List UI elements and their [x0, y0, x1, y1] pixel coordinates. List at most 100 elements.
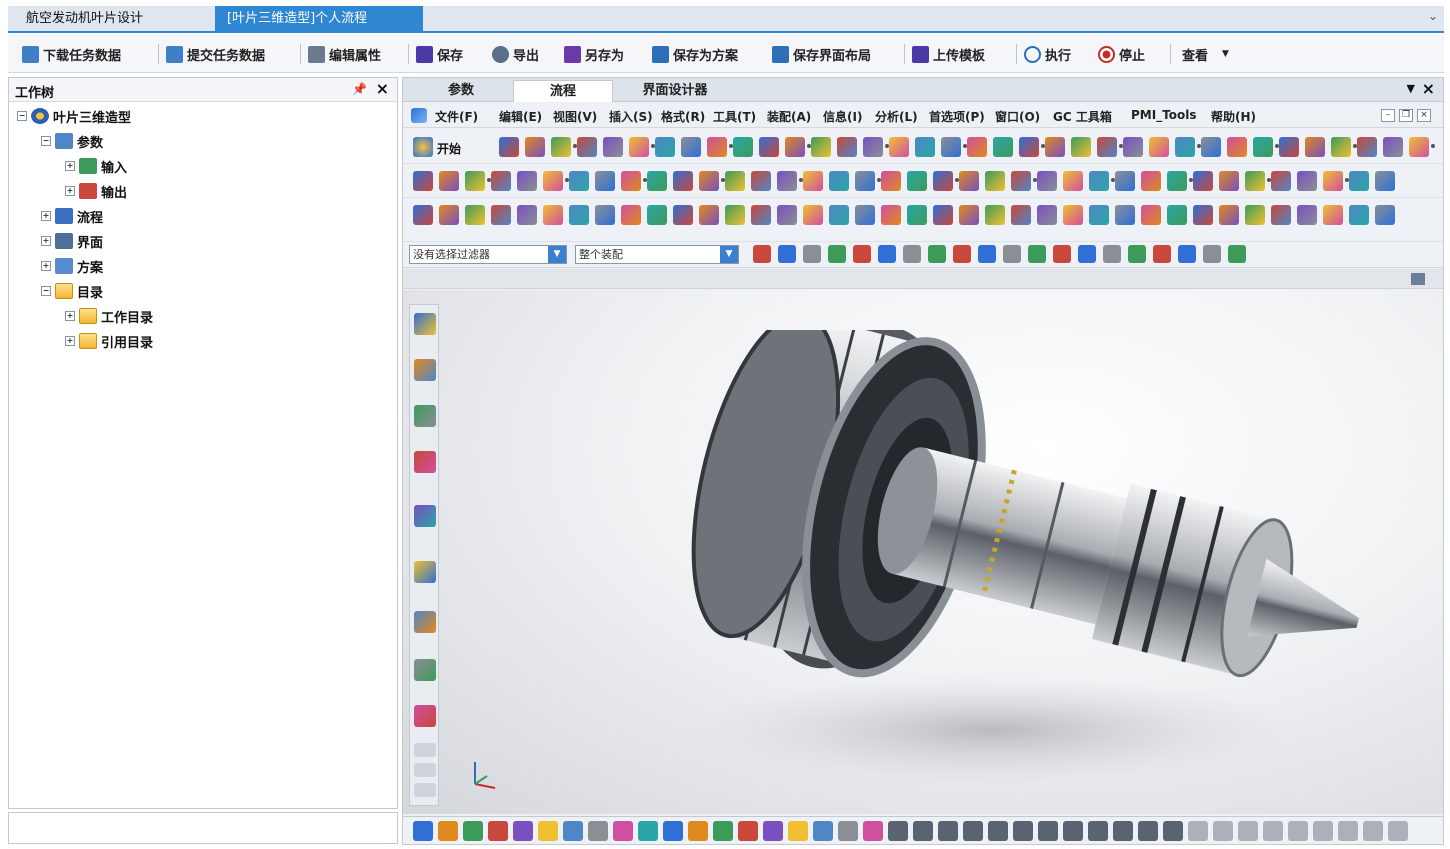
sketch-tool-icon[interactable] — [1163, 821, 1183, 841]
expand-icon[interactable]: + — [65, 186, 75, 196]
cad-tool-icon[interactable] — [863, 137, 883, 157]
palette-tool-icon[interactable] — [414, 313, 436, 335]
cad-tool-icon[interactable] — [1297, 205, 1317, 225]
cad-tool-icon[interactable] — [1167, 171, 1187, 191]
cad-tool-icon[interactable] — [439, 205, 459, 225]
cad-tool-icon[interactable] — [1089, 205, 1109, 225]
expand-icon[interactable]: + — [65, 336, 75, 346]
menu-insert[interactable]: 插入(S) — [609, 108, 653, 125]
sketch-tool-icon[interactable] — [538, 821, 558, 841]
cad-tool-icon[interactable] — [647, 171, 667, 191]
cad-tool-icon[interactable] — [673, 205, 693, 225]
cad-tool-icon[interactable] — [751, 171, 771, 191]
tree-node-plan[interactable]: + 方案 — [41, 256, 103, 276]
tree-node-params[interactable]: − 参数 — [41, 131, 103, 151]
sketch-tool-icon[interactable] — [1088, 821, 1108, 841]
submit-task-button[interactable]: 提交任务数据 — [166, 43, 265, 65]
cad-tool-icon[interactable] — [1271, 205, 1291, 225]
snap-tool-icon[interactable] — [1128, 245, 1146, 263]
cad-tool-icon[interactable] — [465, 205, 485, 225]
snap-tool-icon[interactable] — [1078, 245, 1096, 263]
menu-format[interactable]: 格式(R) — [661, 108, 705, 125]
cad-tool-icon[interactable] — [725, 171, 745, 191]
cad-tool-icon[interactable] — [621, 171, 641, 191]
cad-tool-icon[interactable] — [967, 137, 987, 157]
edit-properties-button[interactable]: 编辑属性 — [308, 43, 381, 65]
sketch-tool-icon[interactable] — [763, 821, 783, 841]
expand-icon[interactable]: + — [41, 211, 51, 221]
dropdown-dot-icon[interactable] — [1431, 144, 1435, 148]
cad-tool-icon[interactable] — [1037, 171, 1057, 191]
sketch-tool-icon[interactable] — [1238, 821, 1258, 841]
cad-tool-icon[interactable] — [915, 137, 935, 157]
snap-tool-icon[interactable] — [1228, 245, 1246, 263]
cad-tool-icon[interactable] — [707, 137, 727, 157]
menu-info[interactable]: 信息(I) — [823, 108, 862, 125]
tree-node-flow[interactable]: + 流程 — [41, 206, 103, 226]
cad-tool-icon[interactable] — [803, 171, 823, 191]
pin-icon[interactable]: 📌 — [352, 82, 367, 96]
snap-tool-icon[interactable] — [903, 245, 921, 263]
cad-tool-icon[interactable] — [881, 171, 901, 191]
cad-tool-icon[interactable] — [543, 171, 563, 191]
expand-icon[interactable]: + — [41, 261, 51, 271]
palette-tool-icon[interactable] — [414, 611, 436, 633]
sketch-tool-icon[interactable] — [488, 821, 508, 841]
snap-tool-icon[interactable] — [878, 245, 896, 263]
sketch-tool-icon[interactable] — [863, 821, 883, 841]
cad-tool-icon[interactable] — [1323, 205, 1343, 225]
sketch-tool-icon[interactable] — [588, 821, 608, 841]
cad-tool-icon[interactable] — [985, 171, 1005, 191]
tree-node-input[interactable]: + 输入 — [65, 156, 127, 176]
upload-template-button[interactable]: 上传模板 — [912, 43, 985, 65]
sketch-tool-icon[interactable] — [613, 821, 633, 841]
tab-params[interactable]: 参数 — [411, 80, 511, 102]
sketch-tool-icon[interactable] — [813, 821, 833, 841]
sketch-tool-icon[interactable] — [638, 821, 658, 841]
collapse-icon[interactable]: − — [17, 111, 27, 121]
cad-tool-icon[interactable] — [595, 205, 615, 225]
tab-personal-flow[interactable]: [叶片三维造型]个人流程 — [215, 6, 423, 31]
snap-tool-icon[interactable] — [928, 245, 946, 263]
palette-tool-icon[interactable] — [414, 561, 436, 583]
close-icon[interactable]: × — [1417, 109, 1431, 122]
sketch-tool-icon[interactable] — [1213, 821, 1233, 841]
cad-tool-icon[interactable] — [1097, 137, 1117, 157]
menu-edit[interactable]: 编辑(E) — [499, 108, 542, 125]
save-layout-button[interactable]: 保存界面布局 — [772, 43, 871, 65]
sketch-tool-icon[interactable] — [413, 821, 433, 841]
cad-tool-icon[interactable] — [1123, 137, 1143, 157]
sketch-tool-icon[interactable] — [938, 821, 958, 841]
palette-tool-icon[interactable] — [414, 743, 436, 757]
restore-icon[interactable]: ❐ — [1399, 109, 1413, 122]
cad-tool-icon[interactable] — [1063, 205, 1083, 225]
palette-tool-icon[interactable] — [414, 405, 436, 427]
cad-tool-icon[interactable] — [855, 171, 875, 191]
menu-pmi-tools[interactable]: PMI_Tools — [1131, 108, 1197, 122]
cad-tool-icon[interactable] — [1349, 171, 1369, 191]
cad-tool-icon[interactable] — [569, 171, 589, 191]
cad-tool-icon[interactable] — [465, 171, 485, 191]
cad-tool-icon[interactable] — [1167, 205, 1187, 225]
cad-tool-icon[interactable] — [491, 171, 511, 191]
sketch-tool-icon[interactable] — [438, 821, 458, 841]
selection-filter-select[interactable]: 没有选择过滤器 ▼ — [409, 245, 567, 264]
sketch-tool-icon[interactable] — [963, 821, 983, 841]
cad-tool-icon[interactable] — [1141, 171, 1161, 191]
sketch-tool-icon[interactable] — [1388, 821, 1408, 841]
cad-tool-icon[interactable] — [829, 171, 849, 191]
cad-tool-icon[interactable] — [1279, 137, 1299, 157]
cad-tool-icon[interactable] — [1071, 137, 1091, 157]
cad-tool-icon[interactable] — [1245, 171, 1265, 191]
cad-tool-icon[interactable] — [551, 137, 571, 157]
cad-tool-icon[interactable] — [1115, 171, 1135, 191]
cad-tool-icon[interactable] — [959, 171, 979, 191]
palette-tool-icon[interactable] — [414, 763, 436, 777]
sketch-tool-icon[interactable] — [838, 821, 858, 841]
sketch-tool-icon[interactable] — [1038, 821, 1058, 841]
expand-icon[interactable]: + — [65, 311, 75, 321]
cad-tool-icon[interactable] — [985, 205, 1005, 225]
cad-tool-icon[interactable] — [1063, 171, 1083, 191]
menu-assembly[interactable]: 装配(A) — [767, 108, 811, 125]
view-menu-button[interactable]: 查看 ▼ — [1182, 43, 1229, 65]
